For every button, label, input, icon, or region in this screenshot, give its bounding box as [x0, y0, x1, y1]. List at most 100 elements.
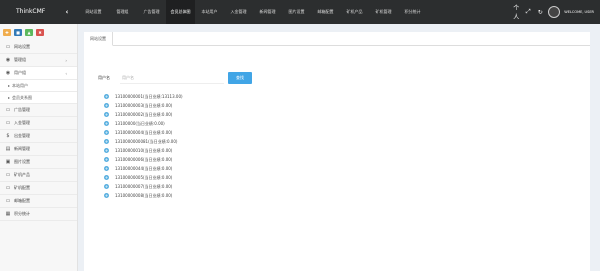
nav-tabs: 网站设置 管理组 广告管理 会员总体图 本站用户 入金管理 新闻管理 图片设置 邮箱配置 矿机产品… — [79, 0, 427, 24]
quick-button-3[interactable]: ▲ — [25, 29, 33, 36]
tree-node[interactable]: +13100000005(当日业绩:0.00) — [104, 173, 183, 182]
sidebar-subitem-label: 本站用户 — [12, 82, 29, 88]
sidebar-item[interactable]: ▭ 网站设置 — [0, 41, 77, 54]
expand-node-icon[interactable]: + — [104, 175, 109, 180]
username-search-input[interactable] — [120, 72, 224, 84]
sidebar-subitem[interactable]: ▸ 本站用户 — [0, 80, 77, 92]
tree-node[interactable]: +13100000006(当日业绩:0.00) — [104, 155, 183, 164]
news-icon: ▤ — [5, 146, 11, 152]
sidebar-item[interactable]: ▣ 图片设置 — [0, 156, 77, 169]
expand-node-icon[interactable]: + — [104, 103, 109, 108]
tree-node-label: 1310000000081(当日业绩:0.00) — [115, 138, 178, 144]
sidebar-item[interactable]: ▭ 矿机产品 — [0, 169, 77, 182]
tree-node[interactable]: +13100000010(当日业绩:0.00) — [104, 146, 183, 155]
nav-tab[interactable]: 新闻管理 — [253, 0, 282, 24]
monitor-icon: ▭ — [5, 120, 11, 126]
sidebar-item-label: 图片设置 — [14, 159, 30, 164]
sidebar-item[interactable]: ▤ 新闻管理 — [0, 143, 77, 156]
fullscreen-icon[interactable]: ⤢ — [524, 8, 532, 16]
tree-node[interactable]: +13100000004(当日业绩:0.00) — [104, 128, 183, 137]
expand-node-icon[interactable]: + — [104, 112, 109, 117]
sidebar-menu: ▭ 网站设置 ◉ 管理组 › ◉ 用户组 ‹ ▸ 本站用户 ▸ 会员关系图 ▭ 广告管理 ▭ 入金管理 $ 出金管… — [0, 41, 77, 221]
brand-logo[interactable]: ThinkCMF — [0, 0, 58, 24]
sidebar-item[interactable]: ◉ 管理组 › — [0, 54, 77, 67]
expand-node-icon[interactable]: + — [104, 148, 109, 153]
refresh-icon[interactable]: ↻ — [536, 9, 544, 16]
bullet-icon: ▸ — [8, 83, 11, 88]
nav-tab[interactable]: 会员总体图 — [166, 0, 195, 24]
nav-tab[interactable]: 矿机管理 — [369, 0, 398, 24]
tree-node[interactable]: +13100000001(当日业绩:13113.00) — [104, 92, 183, 101]
sidebar-item-label: 矿机产品 — [14, 172, 30, 177]
quick-button-1[interactable]: ✚ — [3, 29, 11, 36]
user-icon: ◉ — [5, 57, 11, 63]
tree-node[interactable]: +13100000(当日业绩:0.00) — [104, 119, 183, 128]
tree-node[interactable]: +13100000003(当日业绩:0.00) — [104, 101, 183, 110]
tree-node-label: 13100000006(当日业绩:0.00) — [115, 156, 173, 162]
sidebar-item[interactable]: ▦ 积分统计 — [0, 208, 77, 221]
top-right-tools: 个人 ⤢ ↻ WELCOME, USER — [512, 0, 600, 24]
sidebar-item-label: 广告管理 — [14, 107, 30, 112]
welcome-user[interactable]: WELCOME, USER — [564, 10, 594, 14]
member-tree: +13100000001(当日业绩:13113.00) +13100000003(… — [104, 92, 183, 200]
tree-node[interactable]: +13100000044(当日业绩:0.00) — [104, 164, 183, 173]
tree-node-label: 13100000004(当日业绩:0.00) — [115, 129, 173, 135]
tree-node-label: 13100000001(当日业绩:13113.00) — [115, 93, 183, 99]
monitor-icon: ▭ — [5, 198, 11, 204]
nav-tab[interactable]: 矿机产品 — [340, 0, 369, 24]
nav-tab[interactable]: 图片设置 — [282, 0, 311, 24]
nav-tab[interactable]: 广告管理 — [137, 0, 166, 24]
card-tabs: 网站设置 — [84, 32, 590, 46]
monitor-icon: ▭ — [5, 185, 11, 191]
sidebar-item[interactable]: ▭ 入金管理 — [0, 117, 77, 130]
expand-node-icon[interactable]: + — [104, 157, 109, 162]
sidebar-item-label: 矿机配置 — [14, 185, 30, 190]
nav-tab[interactable]: 邮箱配置 — [311, 0, 340, 24]
expand-node-icon[interactable]: + — [104, 130, 109, 135]
nav-tab[interactable]: 本站用户 — [195, 0, 224, 24]
quick-buttons: ✚ ■ ▲ ✖ — [0, 24, 77, 41]
expand-node-icon[interactable]: + — [104, 166, 109, 171]
expand-node-icon[interactable]: + — [104, 193, 109, 198]
nav-tab[interactable]: 入金管理 — [224, 0, 253, 24]
sidebar-item-label: 新闻管理 — [14, 146, 30, 151]
search-form: 用户名 查找 — [98, 71, 252, 85]
image-icon: ▣ — [5, 159, 11, 165]
quick-button-4[interactable]: ✖ — [36, 29, 44, 36]
stats-icon: ▦ — [5, 211, 11, 217]
monitor-icon: ▭ — [5, 172, 11, 178]
expand-node-icon[interactable]: + — [104, 139, 109, 144]
sidebar-item[interactable]: ▭ 矿机配置 — [0, 182, 77, 195]
sidebar-item[interactable]: ▭ 广告管理 — [0, 104, 77, 117]
avatar[interactable] — [548, 6, 561, 18]
tree-node[interactable]: +1310000000081(当日业绩:0.00) — [104, 137, 183, 146]
sidebar: ✚ ■ ▲ ✖ ▭ 网站设置 ◉ 管理组 › ◉ 用户组 ‹ ▸ 本站用户 ▸ 会员关系图 ▭ 广告管理 ▭ 入金管… — [0, 24, 78, 271]
sidebar-item-label: 出金管理 — [14, 133, 30, 138]
tab-site-settings[interactable]: 网站设置 — [84, 32, 113, 46]
expand-node-icon[interactable]: + — [104, 184, 109, 189]
sidebar-subitem[interactable]: ▸ 会员关系图 — [0, 92, 77, 104]
tree-node-label: 13100000008(当日业绩:0.00) — [115, 192, 173, 198]
sidebar-item-label: 积分统计 — [14, 211, 30, 216]
expand-node-icon[interactable]: + — [104, 94, 109, 99]
tree-node[interactable]: +13100000007(当日业绩:0.00) — [104, 182, 183, 191]
search-button[interactable]: 查找 — [228, 72, 252, 84]
nav-tab[interactable]: 管理组 — [108, 0, 137, 24]
expand-label[interactable]: 个人 — [512, 3, 520, 21]
sidebar-item[interactable]: ▭ 邮箱配置 — [0, 195, 77, 208]
chevron-icon: ‹ — [65, 70, 67, 76]
nav-tab[interactable]: 网站设置 — [79, 0, 108, 24]
sidebar-item[interactable]: $ 出金管理 — [0, 130, 77, 143]
nav-tab[interactable]: 积分统计 — [398, 0, 427, 24]
sidebar-item-label: 邮箱配置 — [14, 198, 30, 203]
tree-node-label: 13100000003(当日业绩:0.00) — [115, 102, 173, 108]
tree-node-label: 13100000010(当日业绩:0.00) — [115, 147, 173, 153]
sidebar-item[interactable]: ◉ 用户组 ‹ — [0, 67, 77, 80]
tree-node[interactable]: +13100000002(当日业绩:0.00) — [104, 110, 183, 119]
tree-node[interactable]: +13100000008(当日业绩:0.00) — [104, 191, 183, 200]
collapse-sidebar-icon[interactable]: ‹ — [60, 0, 74, 24]
quick-button-2[interactable]: ■ — [14, 29, 22, 36]
search-label: 用户名 — [98, 75, 110, 80]
tree-node-label: 13100000(当日业绩:0.00) — [115, 120, 165, 126]
expand-node-icon[interactable]: + — [104, 121, 109, 126]
